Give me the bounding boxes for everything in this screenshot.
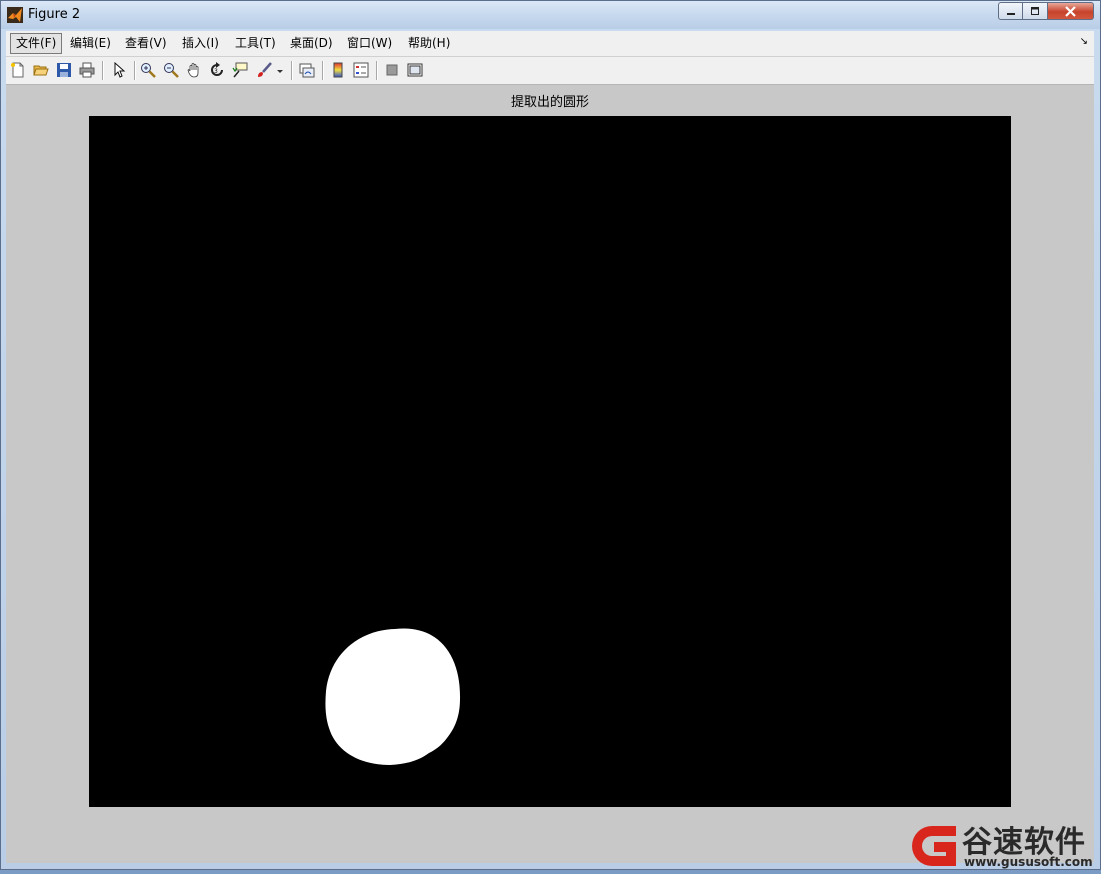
toolbar-separator: [376, 61, 378, 80]
zoom-out-icon: [164, 63, 179, 78]
zoom-in-icon: [141, 63, 156, 78]
toolbar-separator: [322, 61, 324, 80]
axes-title: 提取出的圆形: [510, 95, 589, 110]
menu-help[interactable]: 帮助(H): [403, 33, 455, 54]
hide-plot-tools-icon: [386, 64, 398, 76]
minimize-button[interactable]: [998, 2, 1023, 20]
pan-button[interactable]: [185, 61, 203, 79]
svg-text:3: 3: [214, 68, 218, 75]
show-plot-tools-button[interactable]: [406, 61, 424, 79]
pointer-icon: [114, 62, 126, 78]
menu-window[interactable]: 窗口(W): [342, 33, 397, 54]
menu-tools[interactable]: 工具(T): [230, 33, 281, 54]
menu-file[interactable]: 文件(F): [10, 33, 63, 54]
extracted-circle: [325, 628, 461, 765]
window-title: Figure 2: [28, 7, 81, 22]
print-button[interactable]: [78, 61, 96, 79]
toolbar-separator: [102, 61, 104, 80]
rotate-3d-icon: 3: [211, 62, 223, 76]
brush-dropdown-button[interactable]: [275, 61, 285, 79]
menu-insert[interactable]: 插入(I): [177, 33, 224, 54]
watermark: 谷速软件 www.gususoft.com: [904, 817, 1101, 871]
insert-colorbar-button[interactable]: [329, 61, 347, 79]
maximize-button[interactable]: [1023, 2, 1048, 20]
restore-icon: [1031, 7, 1039, 15]
chevron-down-icon: [277, 70, 283, 73]
zoom-in-button[interactable]: [139, 61, 157, 79]
watermark-url: www.gususoft.com: [964, 855, 1093, 869]
colorbar-icon: [333, 62, 343, 78]
new-figure-button[interactable]: [9, 61, 27, 79]
brush-icon: [258, 62, 272, 77]
new-file-icon: [11, 62, 24, 78]
figure-canvas: 提取出的圆形: [6, 85, 1094, 863]
menu-desktop[interactable]: 桌面(D): [285, 33, 338, 54]
save-icon: [57, 63, 71, 77]
image-axes[interactable]: [89, 116, 1011, 807]
toolbar-separator: [291, 61, 293, 80]
hide-plot-tools-button[interactable]: [383, 61, 401, 79]
open-file-button[interactable]: [32, 61, 50, 79]
menu-overflow-icon[interactable]: ↘: [1080, 36, 1088, 47]
binary-image: [325, 628, 461, 765]
data-cursor-button[interactable]: [231, 61, 249, 79]
insert-legend-button[interactable]: [352, 61, 370, 79]
link-plot-button[interactable]: [298, 61, 316, 79]
pan-hand-icon: [187, 63, 199, 78]
show-plot-tools-icon: [407, 63, 423, 77]
legend-icon: [353, 62, 369, 78]
title-bar[interactable]: Figure 2: [1, 1, 1100, 29]
figure-window: Figure 2 文件(F) 编辑(E) 查看(V) 插入(I) 工具(T) 桌…: [0, 0, 1101, 870]
close-icon: [1065, 5, 1076, 17]
close-button[interactable]: [1048, 2, 1094, 20]
zoom-out-button[interactable]: [162, 61, 180, 79]
rotate-3d-button[interactable]: 3: [208, 61, 226, 79]
menu-view[interactable]: 查看(V): [120, 33, 172, 54]
print-icon: [79, 62, 95, 78]
save-button[interactable]: [55, 61, 73, 79]
edit-plot-button[interactable]: [110, 61, 128, 79]
toolbar: 3: [6, 57, 1094, 85]
menu-bar: 文件(F) 编辑(E) 查看(V) 插入(I) 工具(T) 桌面(D) 窗口(W…: [6, 31, 1094, 57]
menu-edit[interactable]: 编辑(E): [65, 33, 116, 54]
minimize-icon: [1006, 13, 1015, 15]
brush-button[interactable]: [255, 61, 273, 79]
open-folder-icon: [33, 65, 49, 76]
toolbar-separator: [134, 61, 136, 80]
link-plot-icon: [299, 63, 315, 78]
matlab-icon: [7, 7, 23, 23]
data-cursor-icon: [232, 62, 248, 78]
